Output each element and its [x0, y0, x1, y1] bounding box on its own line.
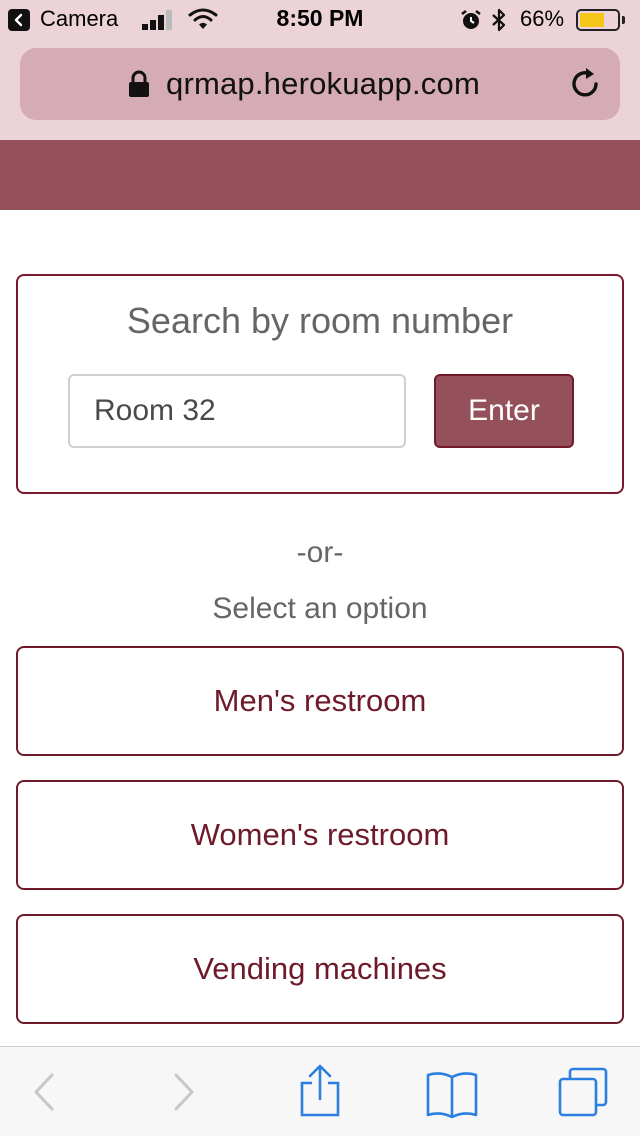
enter-button[interactable]: Enter: [434, 374, 574, 448]
browser-chrome: Camera 8:50 PM 66% qrmap.herokuapp.com: [0, 0, 640, 140]
option-vending-machines[interactable]: Vending machines: [16, 914, 624, 1024]
option-mens-restroom[interactable]: Men's restroom: [16, 646, 624, 756]
status-bar: Camera 8:50 PM 66%: [0, 0, 640, 40]
alarm-icon: [461, 10, 481, 29]
room-search-card: Search by room number Enter: [16, 274, 624, 494]
select-option-label: Select an option: [212, 592, 428, 625]
reload-icon[interactable]: [568, 66, 604, 102]
battery-level: [580, 13, 604, 27]
lock-icon: [129, 70, 149, 97]
battery-icon: [576, 9, 620, 31]
url-bar[interactable]: qrmap.herokuapp.com: [20, 48, 620, 120]
bluetooth-icon: [492, 8, 506, 32]
url-text[interactable]: qrmap.herokuapp.com: [166, 66, 480, 102]
back-arrow-icon[interactable]: [30, 1067, 60, 1117]
search-title: Search by room number: [126, 300, 514, 341]
room-number-input[interactable]: [68, 374, 406, 448]
browser-toolbar: [0, 1046, 640, 1136]
share-icon[interactable]: [298, 1063, 342, 1119]
page-header-band: [0, 140, 640, 210]
tabs-icon[interactable]: [556, 1065, 610, 1119]
or-divider: -or-: [296, 536, 344, 569]
option-womens-restroom[interactable]: Women's restroom: [16, 780, 624, 890]
battery-tip: [622, 16, 625, 24]
forward-arrow-icon[interactable]: [168, 1067, 198, 1117]
bookmarks-icon[interactable]: [424, 1069, 480, 1119]
battery-percent: 66%: [520, 6, 565, 31]
